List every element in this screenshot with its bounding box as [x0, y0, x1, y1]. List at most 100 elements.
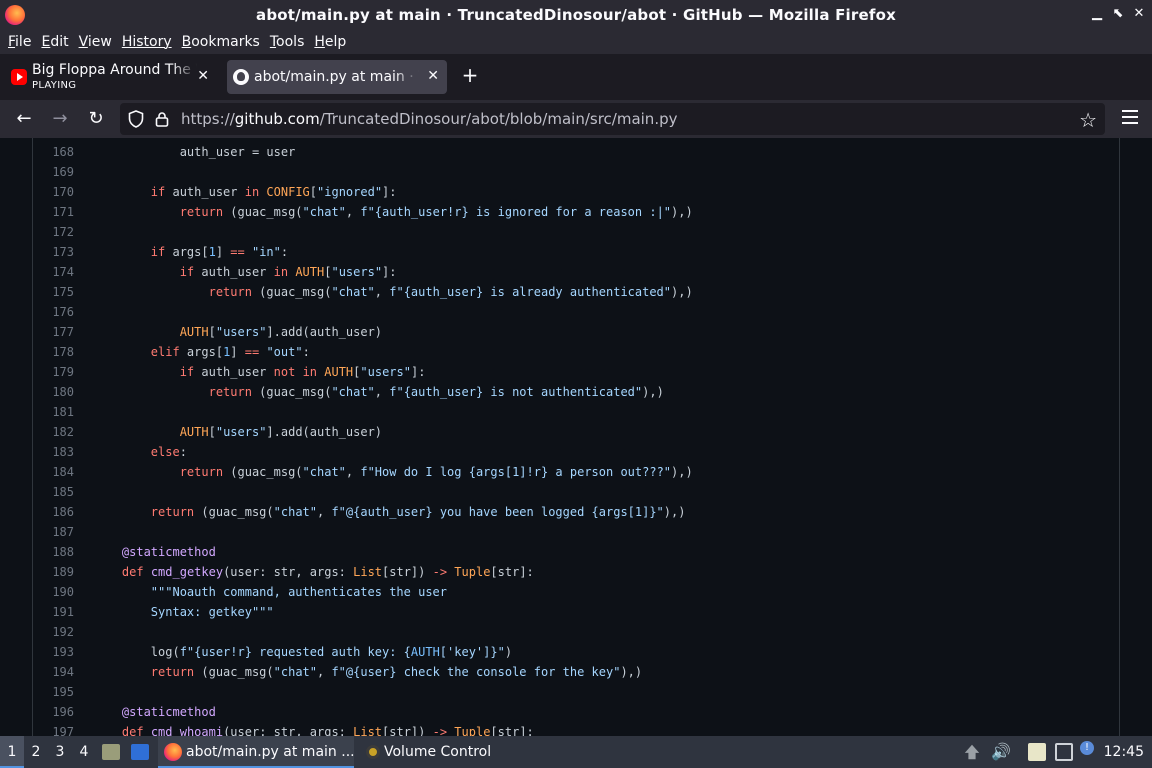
tab-playing-status: PLAYING — [32, 80, 77, 91]
code-line: 194 return (guac_msg("chat", f"@{user} c… — [33, 662, 1119, 682]
workspace-3[interactable]: 3 — [48, 736, 72, 768]
code-line: 197 def cmd_whoami(user: str, args: List… — [33, 722, 1119, 736]
reload-button[interactable]: ↻ — [85, 108, 107, 130]
line-number[interactable]: 192 — [33, 622, 74, 642]
code-line: 170 if auth_user in CONFIG["ignored"]: — [33, 182, 1119, 202]
network-icon[interactable] — [1055, 743, 1073, 761]
code-text: if auth_user in AUTH["users"]: — [179, 265, 397, 279]
code-view: 168 auth_user = user 169 170 if auth_user … — [0, 138, 1152, 736]
menu-bookmarks[interactable]: Bookmarks — [177, 34, 265, 50]
tab-close-icon[interactable]: ✕ — [197, 68, 209, 84]
line-number[interactable]: 177 — [33, 322, 74, 342]
menu-history[interactable]: History — [117, 34, 177, 50]
line-number[interactable]: 189 — [33, 562, 74, 582]
bookmark-star-icon[interactable]: ☆ — [1079, 108, 1097, 132]
desktop-icon[interactable] — [131, 744, 149, 760]
tab-github[interactable]: abot/main.py at main · TruncatedDinosour… — [227, 60, 447, 94]
line-number[interactable]: 183 — [33, 442, 74, 462]
workspace-1[interactable]: 1 — [0, 736, 24, 768]
line-number[interactable]: 172 — [33, 222, 74, 242]
task-volume-control[interactable]: Volume Control — [360, 736, 540, 768]
code-text: AUTH["users"].add(auth_user) — [179, 325, 383, 339]
code-line: 185 — [33, 482, 1119, 502]
code-line: 182 AUTH["users"].add(auth_user) — [33, 422, 1119, 442]
code-line: 195 — [33, 682, 1119, 702]
line-number[interactable]: 191 — [33, 602, 74, 622]
maximize-icon[interactable]: ⬉ — [1108, 6, 1128, 21]
line-number[interactable]: 169 — [33, 162, 74, 182]
code-line: 168 auth_user = user — [33, 142, 1119, 162]
line-number[interactable]: 168 — [33, 142, 74, 162]
code-line: 171 return (guac_msg("chat", f"{auth_use… — [33, 202, 1119, 222]
speaker-icon[interactable]: 🔊 — [991, 743, 1011, 761]
line-number[interactable]: 179 — [33, 362, 74, 382]
line-number[interactable]: 175 — [33, 282, 74, 302]
file-manager-icon[interactable] — [102, 744, 120, 760]
menu-file[interactable]: File — [3, 34, 36, 50]
code-text: return (guac_msg("chat", f"{auth_user} i… — [208, 385, 664, 399]
code-text: def cmd_whoami(user: str, args: List[str… — [121, 725, 534, 736]
hamburger-menu-icon[interactable] — [1122, 110, 1138, 126]
code-text: return (guac_msg("chat", f"{auth_user!r}… — [179, 205, 693, 219]
code-line: 183 else: — [33, 442, 1119, 462]
line-number[interactable]: 184 — [33, 462, 74, 482]
code-line: 188 @staticmethod — [33, 542, 1119, 562]
line-number[interactable]: 186 — [33, 502, 74, 522]
line-number[interactable]: 181 — [33, 402, 74, 422]
line-number[interactable]: 193 — [33, 642, 74, 662]
line-number[interactable]: 170 — [33, 182, 74, 202]
minimize-icon[interactable]: ▁ — [1087, 6, 1107, 21]
line-number[interactable]: 182 — [33, 422, 74, 442]
lock-icon[interactable] — [155, 111, 169, 127]
new-tab-button[interactable]: + — [460, 63, 480, 87]
task-label: abot/main.py at main ... — [186, 744, 354, 760]
code-line: 190 """Noauth command, authenticates the… — [33, 582, 1119, 602]
code-text: """Noauth command, authenticates the use… — [150, 585, 448, 599]
code-line: 178 elif args[1] == "out": — [33, 342, 1119, 362]
url-text[interactable]: https://github.com/TruncatedDinosour/abo… — [181, 110, 677, 128]
line-number[interactable]: 188 — [33, 542, 74, 562]
update-arrow-icon[interactable] — [964, 744, 980, 760]
code-line: 187 — [33, 522, 1119, 542]
line-number[interactable]: 174 — [33, 262, 74, 282]
close-icon[interactable]: ✕ — [1129, 6, 1149, 21]
menu-help[interactable]: Help — [309, 34, 351, 50]
code-text: AUTH["users"].add(auth_user) — [179, 425, 383, 439]
task-firefox[interactable]: abot/main.py at main ... — [158, 736, 354, 768]
line-number[interactable]: 195 — [33, 682, 74, 702]
window-titlebar: abot/main.py at main · TruncatedDinosour… — [0, 0, 1152, 30]
url-bar[interactable]: https://github.com/TruncatedDinosour/abo… — [120, 103, 1105, 135]
code-line: 191 Syntax: getkey""" — [33, 602, 1119, 622]
code-line: 174 if auth_user in AUTH["users"]: — [33, 262, 1119, 282]
taskbar: 1 2 3 4 abot/main.py at main ... Volume … — [0, 736, 1152, 768]
tab-youtube[interactable]: Big Floppa Around The World PLAYING ✕ — [5, 60, 217, 94]
code-line: 175 return (guac_msg("chat", f"{auth_use… — [33, 282, 1119, 302]
line-number[interactable]: 176 — [33, 302, 74, 322]
github-icon — [233, 69, 249, 85]
menu-edit[interactable]: Edit — [36, 34, 73, 50]
shield-icon[interactable] — [128, 110, 144, 128]
line-number[interactable]: 190 — [33, 582, 74, 602]
forward-button[interactable]: → — [49, 108, 71, 130]
tab-close-icon[interactable]: ✕ — [427, 68, 439, 84]
line-number[interactable]: 194 — [33, 662, 74, 682]
line-number[interactable]: 173 — [33, 242, 74, 262]
code-text: def cmd_getkey(user: str, args: List[str… — [121, 565, 534, 579]
menu-view[interactable]: View — [74, 34, 117, 50]
code-text: return (guac_msg("chat", f"{auth_user} i… — [208, 285, 693, 299]
line-number[interactable]: 180 — [33, 382, 74, 402]
workspace-4[interactable]: 4 — [72, 736, 96, 768]
clipboard-icon[interactable] — [1028, 743, 1046, 761]
line-number[interactable]: 178 — [33, 342, 74, 362]
line-number[interactable]: 185 — [33, 482, 74, 502]
back-button[interactable]: ← — [13, 108, 35, 130]
workspace-2[interactable]: 2 — [24, 736, 48, 768]
menu-tools[interactable]: Tools — [265, 34, 310, 50]
code-line: 193 log(f"{user!r} requested auth key: {… — [33, 642, 1119, 662]
notification-icon[interactable]: ! — [1080, 741, 1094, 755]
line-number[interactable]: 197 — [33, 722, 74, 736]
line-number[interactable]: 171 — [33, 202, 74, 222]
line-number[interactable]: 196 — [33, 702, 74, 722]
code-line: 184 return (guac_msg("chat", f"How do I … — [33, 462, 1119, 482]
line-number[interactable]: 187 — [33, 522, 74, 542]
